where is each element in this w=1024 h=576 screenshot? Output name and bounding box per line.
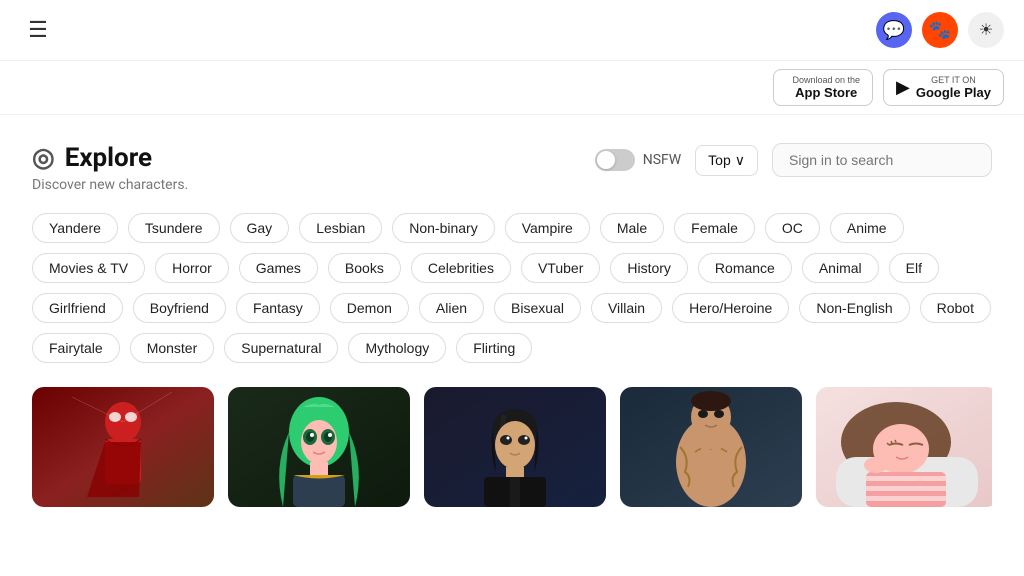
tag-pill[interactable]: Tsundere — [128, 213, 220, 243]
sort-dropdown[interactable]: Top ∨ — [695, 145, 758, 176]
character-card[interactable] — [424, 387, 606, 507]
explore-title-text: Explore — [65, 143, 152, 173]
character-card[interactable] — [228, 387, 410, 507]
reddit-icon: 🐾 — [929, 20, 951, 41]
tag-pill[interactable]: Gay — [230, 213, 290, 243]
explore-title-wrap: ◎ Explore Discover new characters. — [32, 143, 188, 193]
googleplay-button[interactable]: ▶ GET IT ON Google Play — [883, 69, 1004, 106]
tag-pill[interactable]: VTuber — [521, 253, 600, 283]
tag-pill[interactable]: Robot — [920, 293, 991, 323]
tag-pill[interactable]: Female — [674, 213, 755, 243]
tag-pill[interactable]: History — [610, 253, 688, 283]
tag-pill[interactable]: Alien — [419, 293, 484, 323]
tag-pill[interactable]: Movies & TV — [32, 253, 145, 283]
tag-pill[interactable]: OC — [765, 213, 820, 243]
toggle-thumb — [597, 151, 615, 169]
sun-icon: ☀ — [979, 20, 993, 40]
explore-title: ◎ Explore — [32, 143, 188, 173]
tag-pill[interactable]: Elf — [889, 253, 939, 283]
sort-label: Top — [708, 152, 731, 168]
explore-header: ◎ Explore Discover new characters. NSFW … — [32, 143, 992, 193]
theme-toggle-button[interactable]: ☀ — [968, 12, 1004, 48]
discord-button[interactable]: 💬 — [876, 12, 912, 48]
tag-pill[interactable]: Flirting — [456, 333, 532, 363]
tag-pill[interactable]: Girlfriend — [32, 293, 123, 323]
store-bar: Download on the App Store ▶ GET IT ON Go… — [0, 61, 1024, 115]
top-bar: ☰ 💬 🐾 ☀ — [0, 0, 1024, 61]
explore-controls: NSFW Top ∨ — [595, 143, 992, 177]
tag-pill[interactable]: Celebrities — [411, 253, 511, 283]
tag-pill[interactable]: Games — [239, 253, 318, 283]
tag-pill[interactable]: Hero/Heroine — [672, 293, 789, 323]
tag-pill[interactable]: Romance — [698, 253, 792, 283]
search-input[interactable] — [772, 143, 992, 177]
tag-pill[interactable]: Male — [600, 213, 664, 243]
googleplay-label: GET IT ON Google Play — [916, 75, 991, 100]
cards-grid — [32, 387, 992, 507]
tag-pill[interactable]: Boyfriend — [133, 293, 226, 323]
chevron-down-icon: ∨ — [735, 152, 745, 169]
nav-left: ☰ — [20, 12, 56, 48]
main-content: ◎ Explore Discover new characters. NSFW … — [0, 115, 1024, 527]
play-icon: ▶ — [896, 77, 910, 98]
character-card[interactable] — [816, 387, 992, 507]
tag-pill[interactable]: Yandere — [32, 213, 118, 243]
tag-pill[interactable]: Horror — [155, 253, 229, 283]
nsfw-control: NSFW — [595, 149, 681, 171]
tag-pill[interactable]: Non-English — [799, 293, 909, 323]
tag-pill[interactable]: Anime — [830, 213, 904, 243]
tag-pill[interactable]: Demon — [330, 293, 409, 323]
discord-icon: 💬 — [883, 20, 905, 41]
explore-subtitle: Discover new characters. — [32, 177, 188, 193]
tag-pill[interactable]: Animal — [802, 253, 879, 283]
tag-pill[interactable]: Supernatural — [224, 333, 338, 363]
character-card[interactable] — [620, 387, 802, 507]
character-card[interactable] — [32, 387, 214, 507]
tag-pill[interactable]: Lesbian — [299, 213, 382, 243]
appstore-label: Download on the App Store — [792, 75, 860, 100]
tag-pill[interactable]: Non-binary — [392, 213, 494, 243]
appstore-button[interactable]: Download on the App Store — [773, 69, 873, 106]
explore-icon: ◎ — [32, 143, 55, 173]
tag-pill[interactable]: Fantasy — [236, 293, 320, 323]
tag-pill[interactable]: Fairytale — [32, 333, 120, 363]
reddit-button[interactable]: 🐾 — [922, 12, 958, 48]
menu-icon: ☰ — [28, 17, 48, 43]
tag-pill[interactable]: Bisexual — [494, 293, 581, 323]
tag-pill[interactable]: Vampire — [505, 213, 590, 243]
tag-pill[interactable]: Mythology — [348, 333, 446, 363]
tag-pill[interactable]: Books — [328, 253, 401, 283]
tag-pill[interactable]: Monster — [130, 333, 215, 363]
nsfw-toggle[interactable] — [595, 149, 635, 171]
nsfw-label: NSFW — [643, 152, 681, 168]
tag-pill[interactable]: Villain — [591, 293, 662, 323]
tags-section: Yandere Tsundere Gay Lesbian Non-binary Vampi… — [32, 213, 992, 363]
hamburger-button[interactable]: ☰ — [20, 12, 56, 48]
